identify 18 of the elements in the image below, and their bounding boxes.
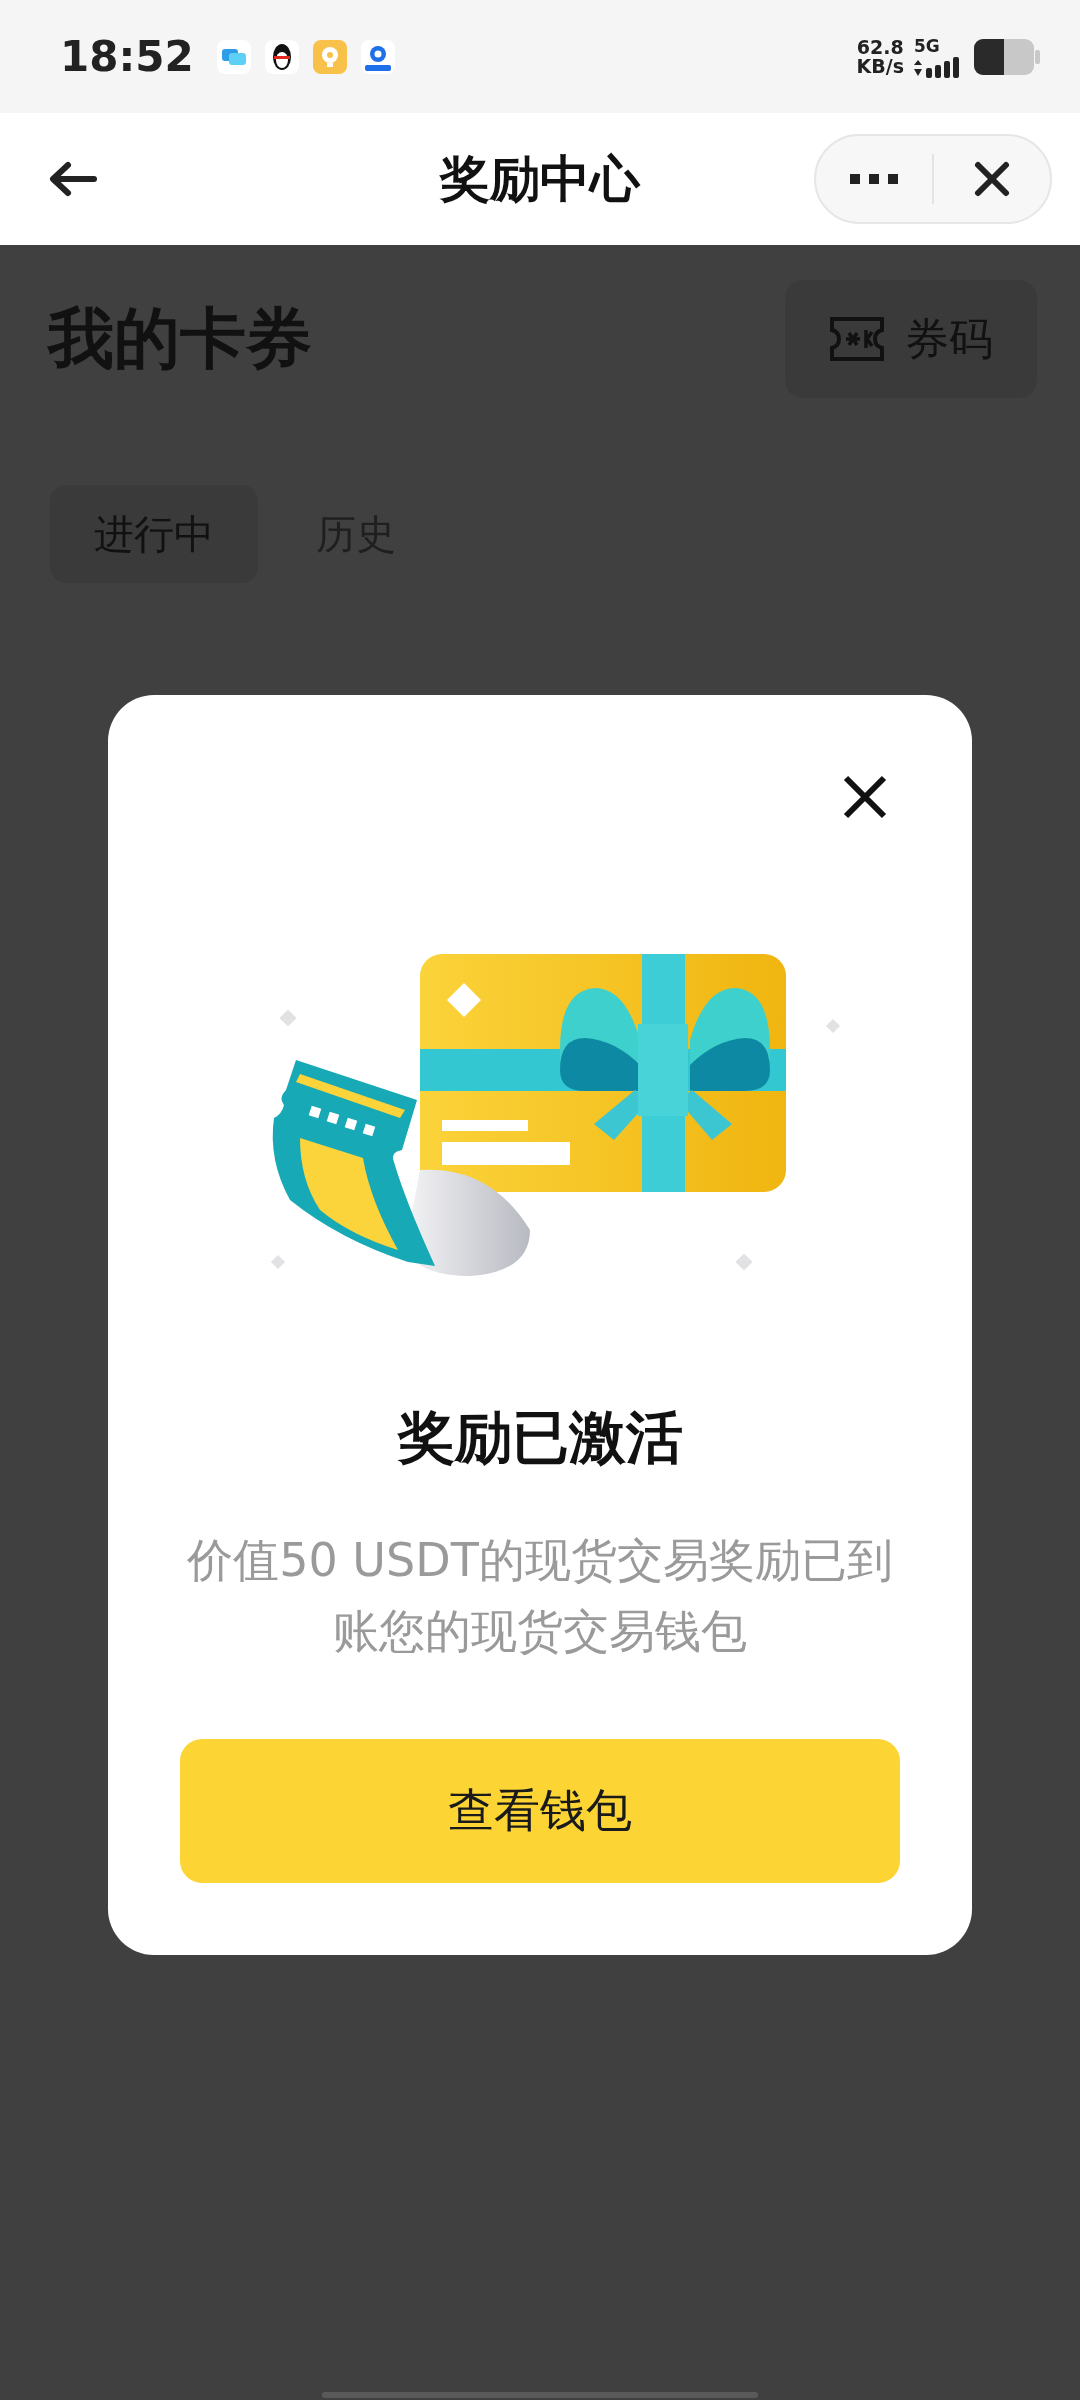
nav-title: 奖励中心 bbox=[440, 149, 640, 208]
back-arrow-icon[interactable] bbox=[48, 159, 98, 199]
close-icon bbox=[974, 161, 1010, 197]
dialog-message: 价值50 USDT的现货交易奖励已到账您的现货交易钱包 bbox=[186, 1532, 894, 1660]
dialog-title: 奖励已激活 bbox=[397, 1403, 683, 1472]
view-wallet-button[interactable]: 查看钱包 bbox=[180, 1739, 900, 1883]
app-icon bbox=[359, 38, 396, 75]
close-icon bbox=[842, 774, 888, 820]
speed-unit: KB/s bbox=[856, 56, 904, 76]
status-time: 18:52 bbox=[60, 32, 194, 81]
more-icon bbox=[850, 173, 898, 185]
app-icon bbox=[263, 38, 300, 75]
app-icon bbox=[215, 38, 252, 75]
app-icon bbox=[311, 38, 348, 75]
ticket-icon bbox=[829, 316, 885, 362]
network-speed: 62.8 bbox=[856, 37, 904, 57]
network-type: 5G bbox=[914, 35, 940, 56]
battery-icon bbox=[974, 38, 1040, 75]
